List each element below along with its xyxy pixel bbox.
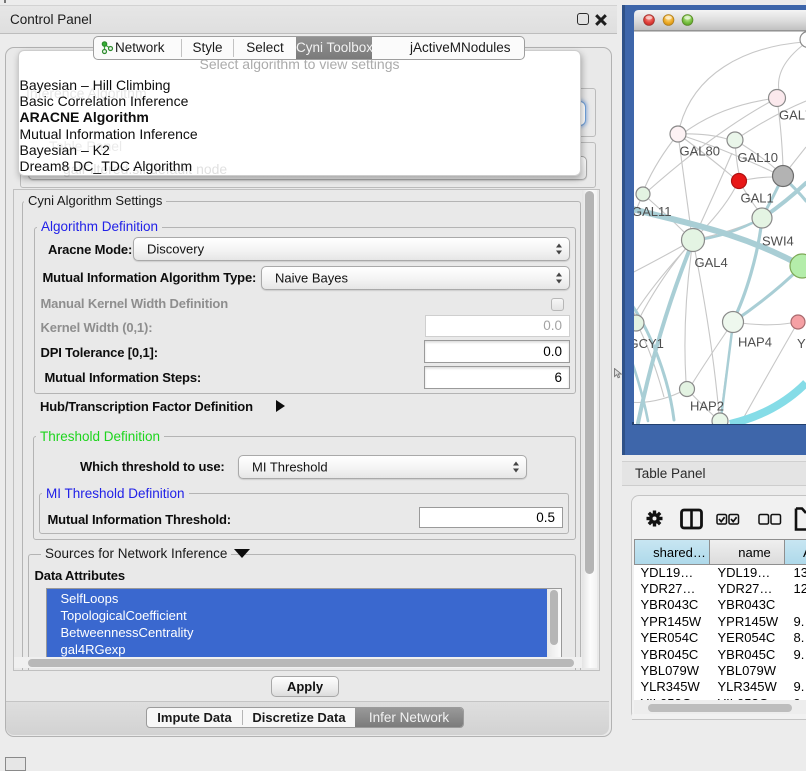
svg-text:GAL80: GAL80 xyxy=(680,144,720,159)
svg-text:GAL11: GAL11 xyxy=(632,204,672,219)
svg-text:YE: YE xyxy=(797,336,806,351)
svg-text:GAL10: GAL10 xyxy=(738,150,778,165)
svg-text:GAL7: GAL7 xyxy=(779,108,806,123)
svg-text:HAP4: HAP4 xyxy=(738,335,772,350)
svg-text:HAP2: HAP2 xyxy=(690,399,724,414)
svg-text:GAL4: GAL4 xyxy=(695,255,728,270)
svg-text:SWI4: SWI4 xyxy=(762,234,794,249)
svg-text:GAL1: GAL1 xyxy=(741,191,774,206)
